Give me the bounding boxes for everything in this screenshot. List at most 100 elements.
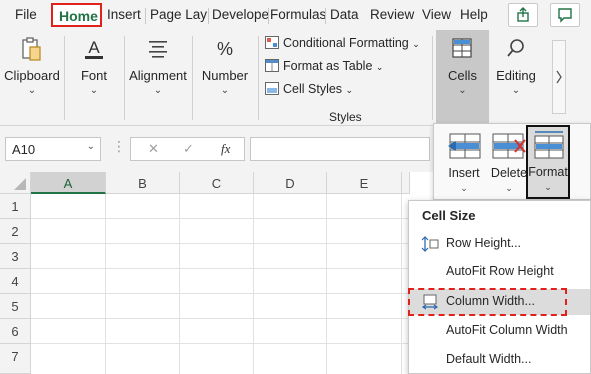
- cells-button[interactable]: Cells ⌄: [436, 30, 489, 126]
- tab-page-layout[interactable]: Page Lay: [150, 7, 207, 22]
- enter-icon[interactable]: ✓: [183, 141, 194, 157]
- delete-button[interactable]: Delete ⌄: [487, 128, 531, 196]
- row-header-5[interactable]: 5: [0, 294, 31, 319]
- tab-data[interactable]: Data: [330, 7, 359, 22]
- share-button[interactable]: [508, 3, 538, 27]
- conditional-formatting-label: Conditional Formatting: [283, 36, 409, 50]
- insert-function-icon[interactable]: fx: [221, 141, 230, 157]
- row-header-2[interactable]: 2: [0, 219, 31, 244]
- column-header-c[interactable]: C: [180, 172, 254, 194]
- chevron-down-icon: ⌄: [511, 85, 521, 96]
- number-button[interactable]: % Number ⌄: [194, 30, 256, 126]
- default-width-item[interactable]: Default Width...: [409, 347, 590, 373]
- gridline: [31, 243, 410, 244]
- gridline: [31, 218, 410, 219]
- autofit-column-width-label: AutoFit Column Width: [446, 323, 568, 337]
- editing-button[interactable]: Editing ⌄: [492, 30, 540, 126]
- comments-button[interactable]: [550, 3, 580, 27]
- insert-button[interactable]: Insert ⌄: [442, 128, 486, 196]
- group-divider: [64, 36, 65, 120]
- alignment-label: Alignment: [129, 68, 187, 83]
- chevron-down-icon: ⌄: [458, 85, 467, 96]
- tab-home[interactable]: Home: [51, 3, 102, 27]
- format-button[interactable]: Format ⌄: [526, 125, 570, 199]
- gridline: [31, 343, 410, 344]
- select-all-icon: [14, 178, 26, 190]
- row-height-label: Row Height...: [446, 236, 522, 250]
- cells-label: Cells: [448, 68, 477, 83]
- gridline: [31, 293, 410, 294]
- cell-styles-button[interactable]: Cell Styles ⌄: [265, 82, 353, 96]
- alignment-icon: [149, 41, 167, 58]
- comment-icon: [558, 8, 572, 23]
- chevron-down-icon: ⌄: [460, 183, 468, 193]
- select-all-corner[interactable]: [0, 172, 31, 194]
- autofit-row-height-item[interactable]: AutoFit Row Height: [409, 259, 590, 285]
- tab-file[interactable]: File: [15, 7, 37, 22]
- styles-group-label: Styles: [329, 110, 362, 124]
- drag-handle-icon[interactable]: ⋮: [112, 138, 126, 155]
- delete-label: Delete: [490, 166, 528, 180]
- font-label: Font: [80, 68, 107, 83]
- format-label: Format: [528, 165, 568, 179]
- editing-label: Editing: [496, 68, 536, 83]
- tab-divider: [208, 8, 209, 24]
- autofit-column-width-item[interactable]: AutoFit Column Width: [409, 318, 590, 344]
- row-height-item[interactable]: Row Height...: [409, 231, 590, 257]
- group-divider: [192, 36, 193, 120]
- cell-styles-label: Cell Styles: [283, 82, 343, 96]
- column-header-d[interactable]: D: [254, 172, 327, 194]
- insert-label: Insert: [448, 166, 480, 180]
- tab-divider: [268, 8, 269, 24]
- format-cells-icon: [534, 131, 564, 159]
- name-box-value: A10: [12, 142, 36, 157]
- tab-formulas[interactable]: Formulas: [270, 7, 326, 22]
- tab-insert[interactable]: Insert: [107, 7, 141, 22]
- column-header-b[interactable]: B: [106, 172, 180, 194]
- column-header-e[interactable]: E: [327, 172, 402, 194]
- tab-help[interactable]: Help: [460, 7, 488, 22]
- conditional-formatting-button[interactable]: Conditional Formatting ⌄: [265, 36, 420, 50]
- format-as-table-label: Format as Table: [283, 59, 373, 73]
- row-header-4[interactable]: 4: [0, 269, 31, 294]
- conditional-formatting-icon: [265, 36, 279, 49]
- svg-text:%: %: [217, 39, 233, 59]
- autofit-row-height-label: AutoFit Row Height: [446, 264, 554, 278]
- clipboard-label: Clipboard: [4, 68, 60, 83]
- column-header-a[interactable]: A: [31, 172, 106, 194]
- name-box[interactable]: A10 ⌄: [5, 137, 101, 161]
- format-as-table-button[interactable]: Format as Table ⌄: [265, 59, 383, 73]
- chevron-down-icon: ⌄: [375, 62, 384, 72]
- chevron-down-icon: ⌄: [220, 85, 230, 96]
- column-header-partial[interactable]: [402, 172, 410, 194]
- font-button[interactable]: A Font ⌄: [66, 30, 122, 126]
- row-header-1[interactable]: 1: [0, 194, 31, 219]
- tab-divider: [145, 8, 146, 24]
- font-icon: A: [85, 38, 103, 59]
- highlight-annotation: [408, 288, 567, 316]
- cell-styles-icon: [265, 82, 279, 95]
- row-header-7[interactable]: 7: [0, 344, 31, 374]
- cells-popup: Insert ⌄ Delete ⌄ Format ⌄: [433, 123, 591, 200]
- gridline: [401, 194, 402, 374]
- tab-review[interactable]: Review: [370, 7, 414, 22]
- cells-icon: [452, 38, 472, 58]
- formula-buttons: ✕ ✓ fx: [130, 137, 245, 161]
- worksheet-grid[interactable]: A B C D E 1 2 3 4 5 6 7: [0, 172, 410, 374]
- gridline: [105, 194, 106, 374]
- tab-divider: [325, 8, 326, 24]
- row-header-6[interactable]: 6: [0, 319, 31, 344]
- tab-developer[interactable]: Develope: [212, 7, 269, 22]
- tab-view[interactable]: View: [422, 7, 451, 22]
- group-divider: [124, 36, 125, 120]
- chevron-down-icon: ⌄: [153, 85, 163, 96]
- clipboard-button[interactable]: Clipboard ⌄: [2, 30, 62, 126]
- formula-input[interactable]: [250, 137, 430, 161]
- cancel-icon[interactable]: ✕: [148, 141, 159, 157]
- ribbon-scroll-button[interactable]: [552, 40, 566, 114]
- chevron-down-icon: ⌄: [412, 39, 420, 49]
- row-header-3[interactable]: 3: [0, 244, 31, 269]
- gridline: [31, 318, 410, 319]
- insert-cells-icon: [448, 133, 481, 159]
- alignment-button[interactable]: Alignment ⌄: [126, 30, 190, 126]
